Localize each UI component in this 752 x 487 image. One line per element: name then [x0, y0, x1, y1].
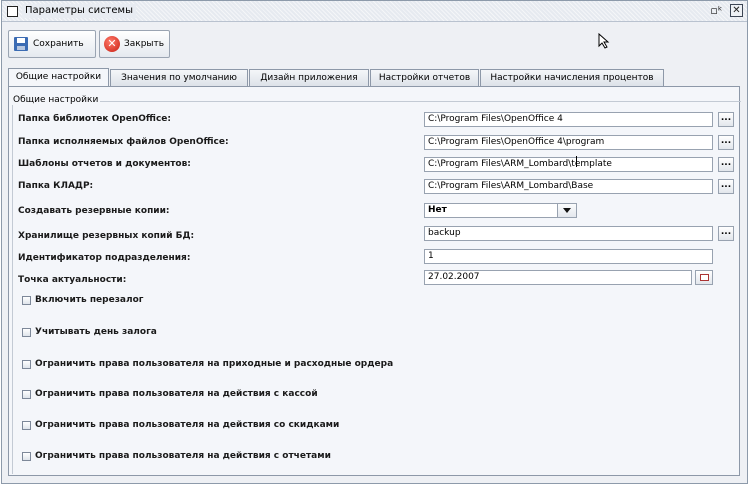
tab-general[interactable]: Общие настройки — [8, 68, 109, 87]
cash-rights-checkbox-label: Ограничить права пользователя на действи… — [35, 389, 318, 399]
mouse-pointer-icon — [598, 33, 610, 49]
backup-select[interactable]: Нет — [424, 203, 577, 218]
reports-rights-checkbox-label: Ограничить права пользователя на действи… — [35, 451, 331, 461]
date-picker-button[interactable] — [695, 270, 713, 285]
text-cursor — [576, 156, 577, 167]
repledge-checkbox[interactable] — [22, 295, 31, 305]
kladr-browse-button[interactable]: ... — [718, 179, 734, 194]
pledge-day-checkbox[interactable] — [22, 327, 31, 337]
division-id-field[interactable]: 1 — [424, 249, 713, 264]
window-title: Параметры системы — [22, 4, 136, 18]
backup-storage-label: Хранилище резервных копий БД: — [18, 231, 195, 241]
floppy-disk-icon — [13, 36, 29, 52]
discounts-rights-checkbox[interactable] — [22, 420, 31, 430]
group-title: Общие настройки — [11, 95, 101, 105]
checkbox-row-cash[interactable]: Ограничить права пользователя на действи… — [22, 389, 318, 399]
backup-select-value: Нет — [428, 205, 447, 215]
actual-date-field[interactable]: 27.02.2007 — [424, 270, 692, 285]
orders-rights-checkbox[interactable] — [22, 359, 31, 369]
checkbox-row-pledge-day[interactable]: Учитывать день залога — [22, 327, 157, 337]
restore-button[interactable]: ▫ᵏ — [710, 4, 723, 17]
openoffice-exe-browse-button[interactable]: ... — [718, 135, 734, 150]
reports-rights-checkbox[interactable] — [22, 451, 31, 461]
window-close-button[interactable]: ✕ — [730, 4, 743, 17]
openoffice-lib-browse-button[interactable]: ... — [718, 112, 734, 127]
pledge-day-checkbox-label: Учитывать день залога — [35, 327, 157, 337]
kladr-field[interactable]: C:\Program Files\ARM_Lombard\Base — [424, 179, 713, 194]
openoffice-exe-field[interactable]: C:\Program Files\OpenOffice 4\program — [424, 135, 713, 150]
repledge-checkbox-label: Включить перезалог — [35, 295, 144, 305]
chevron-down-icon[interactable] — [557, 204, 576, 217]
title-bar: Параметры системы ▫ᵏ ✕ — [2, 1, 747, 22]
division-id-label: Идентификатор подразделения: — [18, 253, 191, 263]
templates-label: Шаблоны отчетов и документов: — [18, 159, 191, 169]
checkbox-row-reports[interactable]: Ограничить права пользователя на действи… — [22, 451, 331, 461]
backup-label: Создавать резервные копии: — [18, 206, 170, 216]
orders-rights-checkbox-label: Ограничить права пользователя на приходн… — [35, 359, 394, 369]
checkbox-row-repledge[interactable]: Включить перезалог — [22, 295, 143, 305]
close-icon: ✕ — [104, 36, 120, 52]
backup-storage-browse-button[interactable]: ... — [718, 226, 734, 241]
tab-bar: Общие настройки Значения по умолчанию Ди… — [8, 68, 748, 87]
cash-rights-checkbox[interactable] — [22, 389, 31, 399]
templates-browse-button[interactable]: ... — [718, 157, 734, 172]
close-button[interactable]: ✕ Закрыть — [99, 30, 170, 58]
tab-defaults[interactable]: Значения по умолчанию — [110, 69, 248, 86]
templates-field[interactable]: C:\Program Files\ARM_Lombard\template — [424, 157, 713, 172]
openoffice-lib-field[interactable]: C:\Program Files\OpenOffice 4 — [424, 112, 713, 127]
save-button[interactable]: Сохранить — [8, 30, 96, 58]
checkbox-row-orders[interactable]: Ограничить права пользователя на приходн… — [22, 359, 393, 369]
close-button-label: Закрыть — [124, 39, 165, 49]
tab-reports[interactable]: Настройки отчетов — [370, 69, 479, 86]
actual-date-label: Точка актуальности: — [18, 275, 127, 285]
backup-storage-field[interactable]: backup — [424, 226, 713, 241]
checkbox-row-discounts[interactable]: Ограничить права пользователя на действи… — [22, 420, 339, 430]
kladr-label: Папка КЛАДР: — [18, 181, 94, 191]
tab-design[interactable]: Дизайн приложения — [249, 69, 369, 86]
discounts-rights-checkbox-label: Ограничить права пользователя на действи… — [35, 420, 340, 430]
save-button-label: Сохранить — [33, 39, 84, 49]
calendar-icon — [700, 274, 709, 281]
openoffice-lib-label: Папка библиотек OpenOffice: — [18, 114, 171, 124]
openoffice-exe-label: Папка исполняемых файлов OpenOffice: — [18, 137, 229, 147]
window-icon — [7, 6, 18, 17]
toolbar: Сохранить ✕ Закрыть — [8, 30, 170, 60]
tab-interest[interactable]: Настройки начисления процентов — [480, 69, 664, 86]
